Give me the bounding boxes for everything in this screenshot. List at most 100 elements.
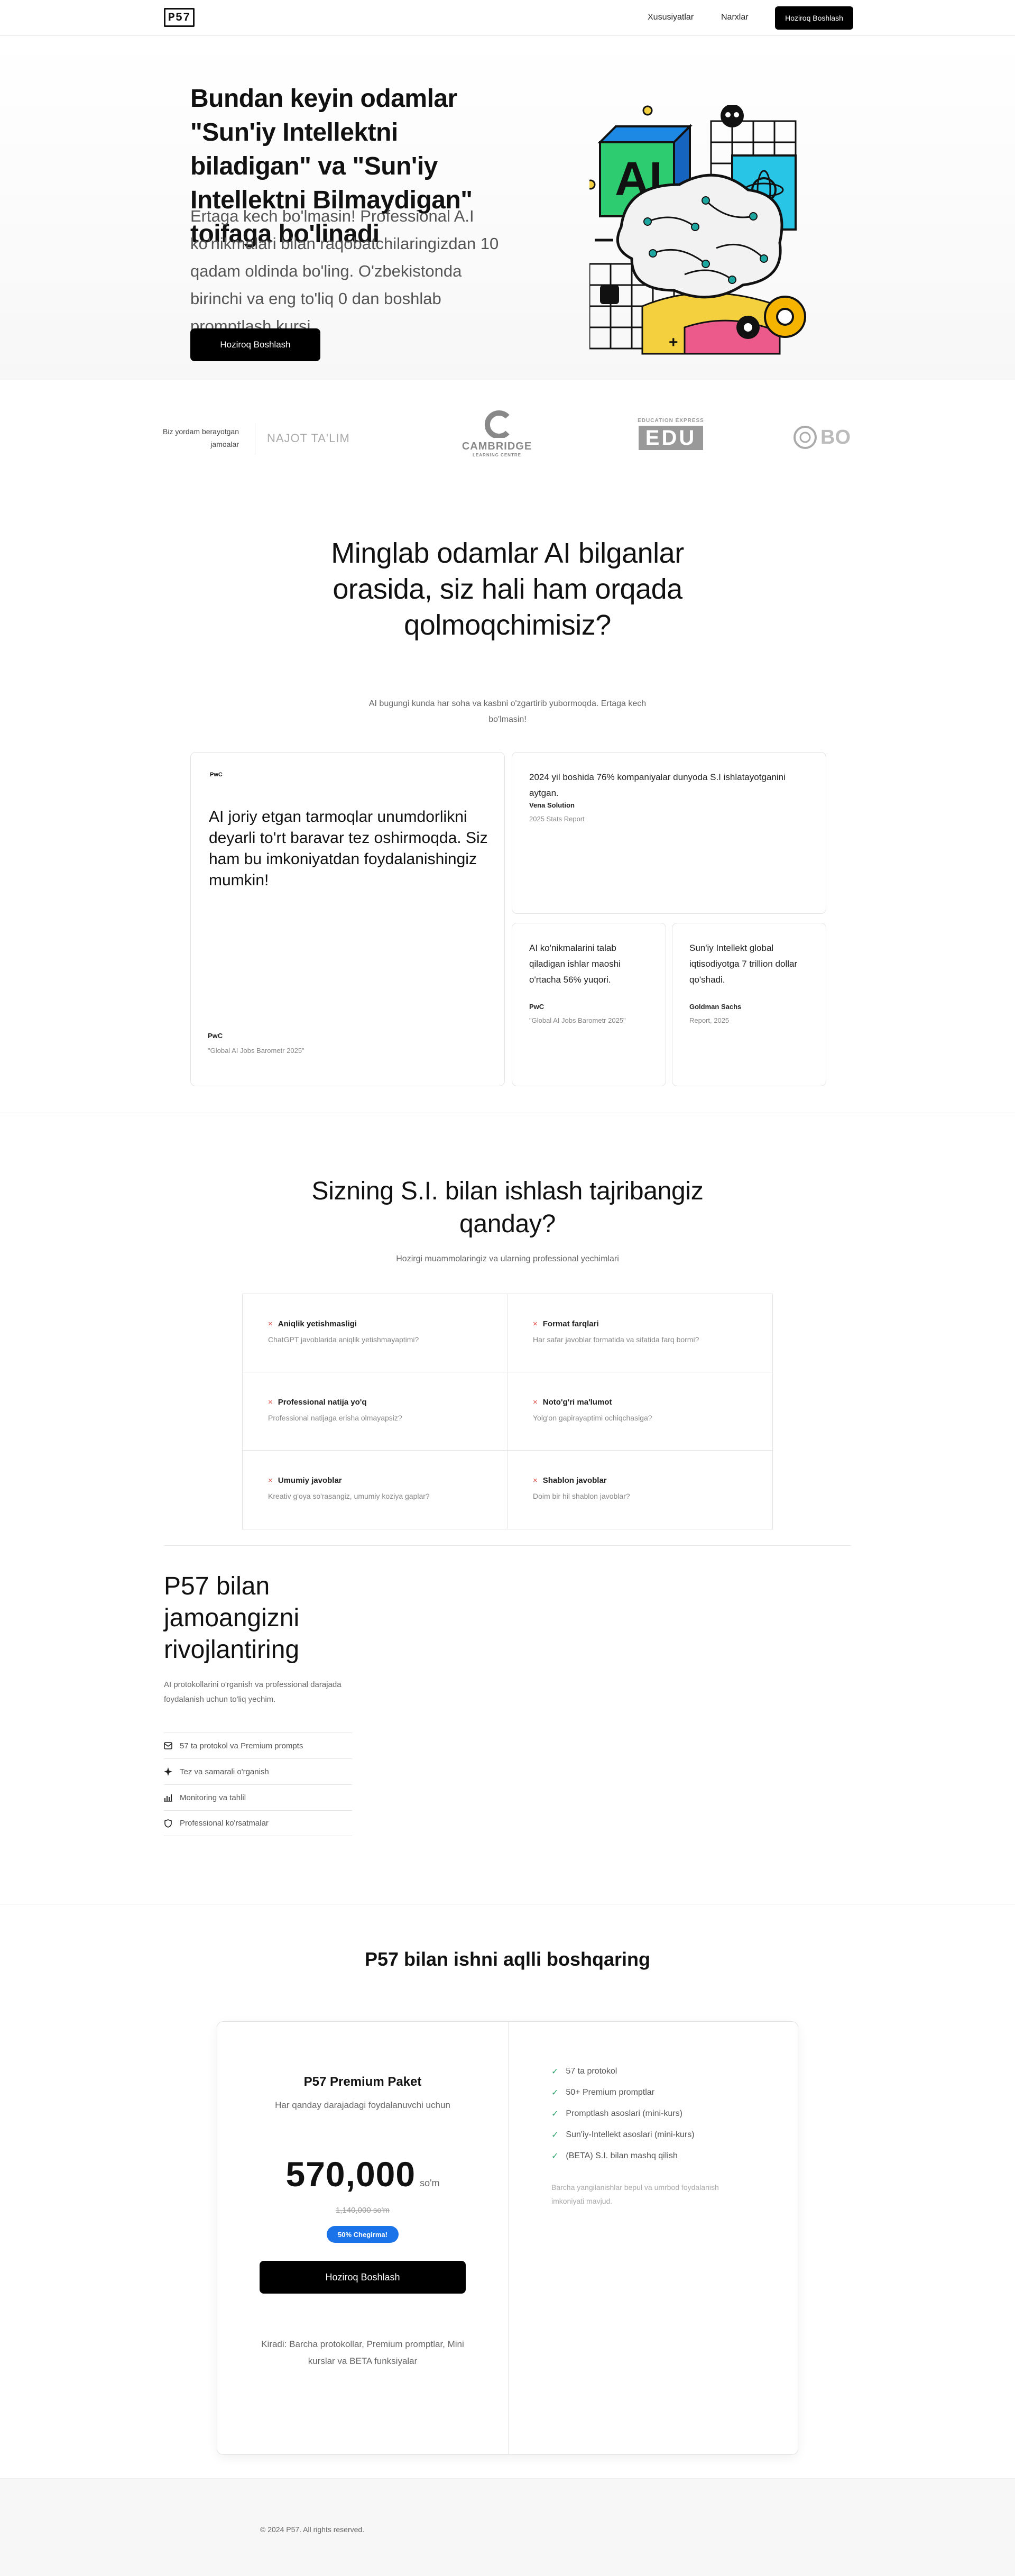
mail-icon bbox=[164, 1741, 172, 1750]
hero-description: Ertaga kech bo'lmasin! Professional A.I … bbox=[190, 207, 499, 335]
package-feature-label: 57 ta protokol bbox=[566, 2067, 617, 2076]
check-icon: ✓ bbox=[551, 2152, 559, 2161]
problem-title: Umumiy javoblar bbox=[278, 1476, 342, 1485]
problem-item: × Umumiy javoblar Kreativ g'oya so'rasang… bbox=[243, 1451, 508, 1529]
svg-text:+: + bbox=[669, 334, 678, 351]
experience-subtitle: Hozirgi muammolaringiz va ularning profe… bbox=[396, 1254, 619, 1263]
stats-title: Minglab odamlar AI bilganlar orasida, si… bbox=[331, 537, 684, 641]
stats-subtitle: AI bugungi kunda har soha va kasbni o'zg… bbox=[368, 699, 647, 724]
footer-copyright: © 2024 P57. All rights reserved. bbox=[260, 2525, 365, 2534]
stat-card-source: Goldman Sachs bbox=[689, 1003, 742, 1011]
nav-cta-button[interactable]: Hoziroq Boshlash bbox=[775, 6, 853, 30]
package-feature-label: (BETA) S.I. bilan mashq qilish bbox=[566, 2151, 678, 2160]
team-description: AI protokollarini o'rganish va professio… bbox=[164, 1680, 342, 1704]
x-icon: × bbox=[533, 1319, 538, 1328]
stat-card-vena: 2024 yil boshida 76% kompaniyalar dunyod… bbox=[512, 752, 826, 914]
problem-title: Noto'g'ri ma'lumot bbox=[542, 1398, 612, 1407]
logo[interactable]: P57 bbox=[164, 8, 195, 27]
problem-desc: Professional natijaga erisha olmayapsiz? bbox=[268, 1414, 402, 1422]
nav-link-pricing[interactable]: Narxlar bbox=[721, 13, 749, 22]
problem-item: × Professional natija yo'q Professional n… bbox=[243, 1372, 508, 1451]
check-icon: ✓ bbox=[551, 2067, 559, 2076]
team-feature-label: Monitoring va tahlil bbox=[180, 1793, 246, 1802]
stat-card-quote: AI joriy etgan tarmoqlar unumdorlikni de… bbox=[209, 808, 488, 889]
problem-title: Aniqlik yetishmasligi bbox=[278, 1319, 357, 1328]
partners-section: Biz yordam berayotgan jamoalar NAJOT TA'… bbox=[0, 386, 1015, 487]
stat-card-goldman: Sun'iy Intellekt global iqtisodiyotga 7 … bbox=[672, 923, 826, 1086]
partner-cambridge-name: CAMBRIDGE bbox=[462, 441, 532, 452]
problem-title: Format farqlari bbox=[542, 1319, 599, 1328]
package-footnote: Barcha yangilanishlar bepul va umrbod fo… bbox=[551, 2183, 719, 2205]
partner-logo-edu: EDUCATION EXPRESS EDU bbox=[636, 418, 705, 450]
package-feature-label: 50+ Premium promptlar bbox=[566, 2088, 655, 2097]
top-nav: P57 Xususiyatlar Narxlar Hoziroq Boshlas… bbox=[0, 0, 1015, 36]
problem-item: × Shablon javoblar Doim bir hil shablon j… bbox=[508, 1451, 772, 1529]
stat-card-source: PwC bbox=[529, 1003, 545, 1011]
hero-illustration: AI + bbox=[589, 105, 806, 355]
package-feature: ✓ (BETA) S.I. bilan mashq qilish bbox=[551, 2151, 678, 2161]
package-feature: ✓ 57 ta protokol bbox=[551, 2066, 617, 2077]
price-currency: so'm bbox=[420, 2178, 440, 2188]
partner-edu-name: EDU bbox=[639, 426, 703, 450]
package-feature: ✓ Sun'iy-Intellekt asoslari (mini-kurs) bbox=[551, 2130, 695, 2140]
cambridge-c-icon bbox=[484, 410, 510, 439]
package-feature-label: Sun'iy-Intellekt asoslari (mini-kurs) bbox=[566, 2130, 695, 2139]
team-feature-item: Professional ko'rsatmalar bbox=[164, 1810, 352, 1836]
nav-link-features[interactable]: Xususiyatlar bbox=[648, 13, 694, 22]
buy-button[interactable]: Hoziroq Boshlash bbox=[260, 2261, 466, 2294]
team-feature-item: 57 ta protokol va Premium prompts bbox=[164, 1732, 352, 1758]
package-name: P57 Premium Paket bbox=[303, 2075, 422, 2089]
discount-badge: 50% Chegirma! bbox=[327, 2226, 399, 2243]
team-feature-label: Tez va samarali o'rganish bbox=[180, 1767, 269, 1776]
package-price: 570,000 so'm bbox=[217, 2154, 508, 2194]
package-feature: ✓ Promptlash asoslari (mini-kurs) bbox=[551, 2109, 682, 2119]
old-price: 1,140,000 so'm bbox=[335, 2206, 390, 2215]
package-subtitle: Har qanday darajadagi foydalanuvchi uchu… bbox=[275, 2100, 450, 2110]
stat-card-salary: AI ko'nikmalarini talab qiladigan ishlar… bbox=[512, 923, 666, 1086]
x-icon: × bbox=[268, 1319, 273, 1328]
sparkle-icon bbox=[164, 1767, 172, 1776]
problem-item: × Aniqlik yetishmasligi ChatGPT javoblari… bbox=[243, 1294, 508, 1372]
partner-bo-name: BO bbox=[820, 426, 851, 448]
x-icon: × bbox=[268, 1476, 273, 1485]
partner-bo-icon bbox=[793, 426, 817, 449]
team-feature-label: 57 ta protokol va Premium prompts bbox=[180, 1741, 303, 1750]
partner-cambridge-sub: LEARNING CENTRE bbox=[473, 453, 521, 457]
stat-card-quote: AI ko'nikmalarini talab qiladigan ishlar… bbox=[529, 943, 621, 985]
partners-label: Biz yordam berayotgan jamoalar bbox=[163, 427, 239, 448]
pwc-badge: PwC bbox=[210, 772, 223, 778]
team-title: P57 bilan jamoangizni rivojlantiring bbox=[164, 1572, 300, 1664]
stat-card-source: Vena Solution bbox=[529, 801, 575, 809]
team-feature-label: Professional ko'rsatmalar bbox=[180, 1819, 269, 1828]
experience-title: Sizning S.I. bilan ishlash tajribangiz q… bbox=[311, 1177, 704, 1238]
package-feature: ✓ 50+ Premium promptlar bbox=[551, 2087, 654, 2098]
problem-desc: Yolg'on gapirayaptimi ochiqchasiga? bbox=[533, 1414, 652, 1422]
price-value: 570,000 bbox=[285, 2155, 416, 2194]
problem-title: Shablon javoblar bbox=[542, 1476, 607, 1485]
x-icon: × bbox=[268, 1398, 273, 1407]
partner-edu-sub: EDUCATION EXPRESS bbox=[638, 418, 704, 424]
pricing-card-divider bbox=[508, 2022, 509, 2454]
section-divider bbox=[164, 1545, 851, 1546]
partner-logo-najot: NAJOT TA'LIM bbox=[267, 432, 350, 445]
shield-icon bbox=[164, 1819, 172, 1828]
x-icon: × bbox=[533, 1398, 538, 1407]
problem-item: × Format farqlari Har safar javoblar form… bbox=[508, 1294, 772, 1372]
partner-logo-bo: BO bbox=[793, 424, 852, 451]
problem-item: × Noto'g'ri ma'lumot Yolg'on gapirayaptim… bbox=[508, 1372, 772, 1451]
stat-card-quote: 2024 yil boshida 76% kompaniyalar dunyod… bbox=[529, 772, 786, 798]
stat-card-detail: 2025 Stats Report bbox=[529, 815, 585, 823]
pricing-card: P57 Premium Paket Har qanday darajadagi … bbox=[217, 2021, 798, 2455]
team-feature-item: Tez va samarali o'rganish bbox=[164, 1758, 352, 1784]
check-icon: ✓ bbox=[551, 2131, 559, 2140]
stat-card-detail: Report, 2025 bbox=[689, 1016, 730, 1024]
pricing-title: P57 bilan ishni aqlli boshqaring bbox=[364, 1948, 651, 1970]
team-feature-item: Monitoring va tahlil bbox=[164, 1784, 352, 1810]
footer: © 2024 P57. All rights reserved. bbox=[0, 2478, 1015, 2576]
hero-cta-button[interactable]: Hoziroq Boshlash bbox=[190, 328, 320, 361]
problem-desc: Kreativ g'oya so'rasangiz, umumiy koziya… bbox=[268, 1492, 430, 1500]
stat-card-detail: "Global AI Jobs Barometr 2025" bbox=[208, 1047, 304, 1055]
package-includes-note: Kiradi: Barcha protokollar, Premium prom… bbox=[261, 2339, 464, 2366]
problems-grid: × Aniqlik yetishmasligi ChatGPT javoblari… bbox=[242, 1294, 773, 1529]
stat-card-detail: "Global AI Jobs Barometr 2025" bbox=[529, 1016, 626, 1024]
